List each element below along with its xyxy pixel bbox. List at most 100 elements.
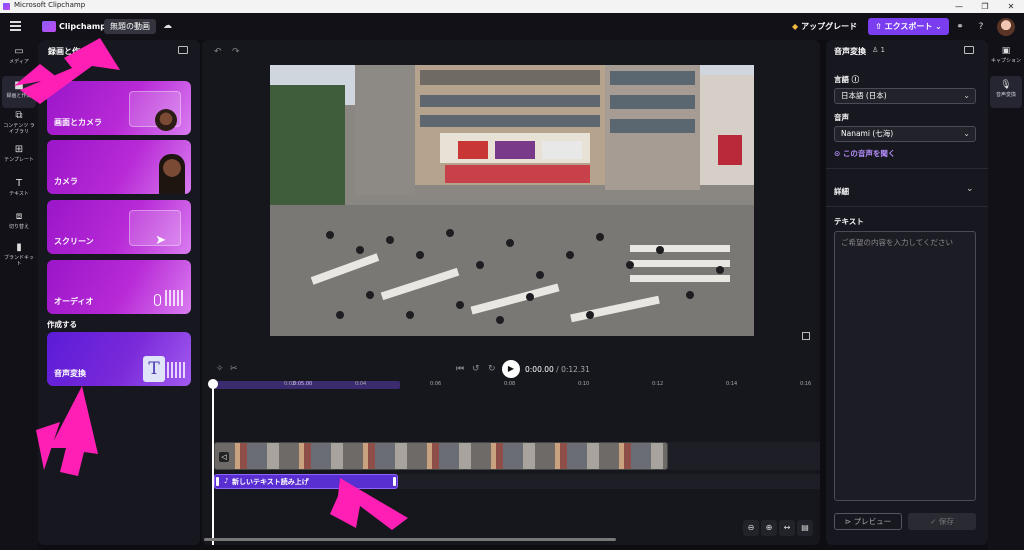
hamburger-menu-icon[interactable] [10, 21, 21, 32]
export-button[interactable]: ⇧ エクスポート ⌄ [868, 18, 949, 35]
tts-text-input[interactable]: ご希望の内容を入力してください [834, 231, 976, 501]
play-circle-icon: ⊙ [834, 149, 843, 158]
divider [826, 168, 988, 169]
street-crossing-scene [270, 65, 754, 336]
nav-transitions[interactable]: ⧈ 切り替え [2, 207, 36, 239]
camera-card[interactable]: カメラ [47, 140, 191, 194]
preview-button[interactable]: ⊳ プレビュー [834, 513, 902, 530]
folder-icon: ▭ [14, 46, 24, 57]
clip-trim-handle-right[interactable] [393, 477, 396, 486]
volume-icon[interactable]: ◁ [219, 452, 229, 462]
clip-count-value: 1 [880, 46, 885, 54]
nav-record-create[interactable]: ■ 録画と作成 [2, 76, 36, 108]
tts-properties-panel: 音声変換 ♙ 1 言語 ⓘ 日本語 (日本) ⌄ 音声 Nanami (七海) … [826, 40, 988, 545]
video-preview[interactable] [270, 65, 754, 336]
person-icon: ♙ [872, 46, 881, 54]
cloud-sync-off-icon[interactable]: ☁ [163, 21, 175, 31]
check-icon: ✓ [930, 517, 939, 526]
ruler-tick: 0:12 [652, 381, 664, 387]
listen-voice-link[interactable]: ⊙ この音声を聞く [834, 148, 895, 159]
project-title[interactable]: 無題の動画 [104, 19, 156, 34]
nav-templates[interactable]: ⊞ テンプレート [2, 140, 36, 172]
record-create-panel: 録画と作成 画面とカメラ カメラ ➤ スクリーン オーディオ 作成する T 音声… [38, 40, 200, 545]
nav-media[interactable]: ▭ メディア [2, 42, 36, 74]
clip-trim-handle-left[interactable] [216, 477, 219, 486]
template-icon: ⊞ [14, 144, 24, 155]
export-label: エクスポート [884, 22, 933, 31]
collapse-panel-icon[interactable] [178, 46, 188, 54]
tts-audio-clip[interactable]: ♪ 新しいテキスト読み上げ [214, 474, 398, 489]
ruler-tick: 0:04 [355, 381, 367, 387]
voice-select[interactable]: Nanami (七海) ⌄ [834, 126, 976, 142]
nav-content-library[interactable]: ⧉ コンテンツ ライブラリ [2, 106, 36, 138]
window-title: Microsoft Clipchamp [14, 1, 86, 9]
zoom-out-icon[interactable]: ⊖ [743, 520, 759, 536]
fullscreen-icon[interactable] [802, 332, 810, 340]
maximize-button[interactable]: ❐ [972, 0, 998, 13]
transition-icon: ⧈ [15, 211, 23, 222]
save-button[interactable]: ✓ 保存 [908, 513, 976, 530]
upgrade-button[interactable]: ◆ アップグレード [786, 19, 863, 34]
split-scissors-icon[interactable]: ✂ [230, 364, 238, 374]
screen-and-camera-card[interactable]: 画面とカメラ [47, 81, 191, 135]
cursor-icon: ➤ [155, 233, 166, 248]
fit-timeline-icon[interactable]: ↔ [779, 520, 795, 536]
magic-edit-icon[interactable]: ✧ [216, 364, 224, 374]
video-clip[interactable]: ◁ [214, 442, 668, 470]
language-label: 言語 ⓘ [834, 74, 859, 85]
rail-captions[interactable]: ▣ キャプション [990, 42, 1022, 74]
details-label[interactable]: 詳細 [834, 186, 849, 197]
webcam-face-illustration [155, 109, 177, 131]
card-label: スクリーン [54, 237, 94, 246]
voice-label: 音声 [834, 113, 849, 122]
card-label: カメラ [54, 177, 78, 186]
nav-brand-kit[interactable]: ▮ ブランドキット [2, 238, 36, 270]
nav-label: コンテンツ ライブラリ [3, 123, 35, 135]
language-select[interactable]: 日本語 (日本) ⌄ [834, 88, 976, 104]
skip-back-icon[interactable]: ⏮ [456, 364, 464, 374]
camera-face-illustration [159, 154, 185, 194]
playhead-line[interactable] [212, 385, 214, 545]
preview-label: プレビュー [853, 517, 892, 526]
playhead-handle[interactable] [208, 379, 218, 389]
nav-label: メディア [9, 59, 29, 65]
clip-label: 新しいテキスト読み上げ [232, 478, 309, 486]
forward-icon[interactable]: ↻ [488, 364, 496, 374]
play-button[interactable]: ▶ [502, 360, 520, 378]
caption-view-icon[interactable]: ▤ [797, 520, 813, 536]
rewind-icon[interactable]: ↺ [472, 364, 480, 374]
editor-center: ↶ ↷ ✧ ✂ ⏮ ↺ ↻ ▶ 0:00.00 / 0:12.31 0:02 0… [202, 40, 820, 545]
chevron-down-icon[interactable]: ⌄ [966, 184, 974, 194]
minimize-button[interactable]: — [946, 0, 972, 13]
playhead-tag: 0:05.00 [293, 381, 313, 387]
timeline-ruler[interactable]: 0:02 0:05.00 0:04 0:06 0:08 0:10 0:12 0:… [212, 380, 811, 390]
text-glyph-icon: T [143, 356, 165, 382]
undo-icon[interactable]: ↶ [214, 47, 222, 57]
text-to-speech-card[interactable]: T 音声変換 [47, 332, 191, 386]
rail-label: 音声変換 [995, 92, 1016, 98]
language-label-text: 言語 [834, 75, 849, 84]
redo-icon[interactable]: ↷ [232, 47, 240, 57]
captions-icon: ▣ [1001, 46, 1011, 56]
nav-text[interactable]: T テキスト [2, 174, 36, 206]
close-button[interactable]: ✕ [998, 0, 1024, 13]
help-icon[interactable]: ? [975, 21, 987, 33]
screen-card[interactable]: ➤ スクリーン [47, 200, 191, 254]
timeline-scrollbar[interactable] [204, 538, 616, 541]
audio-card[interactable]: オーディオ [47, 260, 191, 314]
divider [826, 206, 988, 207]
microphone-icon [154, 294, 161, 306]
avatar[interactable] [997, 18, 1015, 36]
collapse-panel-icon[interactable] [964, 46, 974, 54]
rail-text-to-speech[interactable]: 🎙 音声変換 [990, 76, 1022, 108]
clipchamp-logo-icon [3, 3, 10, 10]
share-icon[interactable]: ⚭ [954, 21, 966, 33]
upload-icon: ⇧ [875, 22, 885, 31]
left-nav-rail: ▭ メディア ■ 録画と作成 ⧉ コンテンツ ライブラリ ⊞ テンプレート T … [0, 40, 38, 550]
nav-label: 切り替え [8, 224, 29, 230]
info-icon[interactable]: ⓘ [852, 75, 860, 84]
text-label: テキスト [834, 217, 864, 226]
zoom-in-icon[interactable]: ⊕ [761, 520, 777, 536]
camera-icon: ■ [14, 80, 24, 91]
app-header: Clipchamp 無題の動画 ☁ ◆ アップグレード ⇧ エクスポート ⌄ ⚭ … [0, 13, 1024, 40]
